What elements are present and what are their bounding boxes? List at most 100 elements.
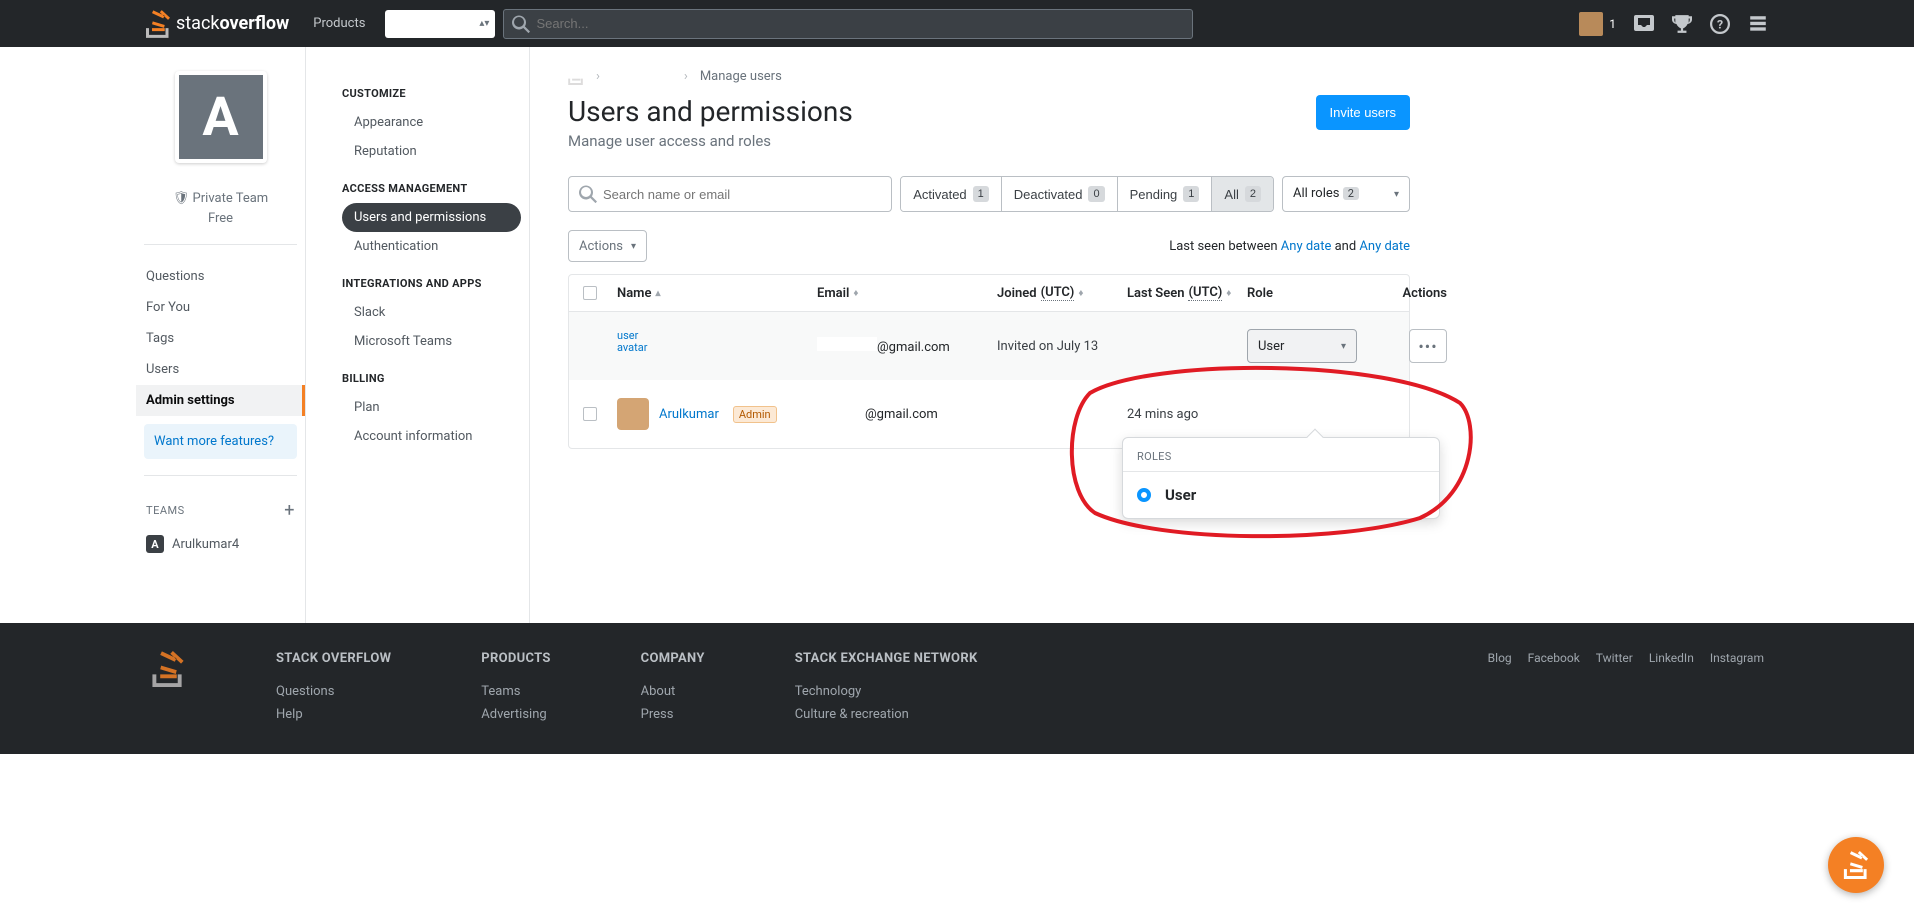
last-seen-cell: 24 mins ago bbox=[1127, 407, 1247, 422]
chevron-right-icon: › bbox=[596, 69, 600, 84]
settings-authentication[interactable]: Authentication bbox=[342, 232, 521, 261]
add-team-button[interactable]: + bbox=[284, 500, 295, 521]
last-seen-filter: Last seen between Any date and Any date bbox=[1169, 239, 1410, 254]
nav-admin-settings[interactable]: Admin settings bbox=[136, 385, 305, 416]
chevron-right-icon: › bbox=[684, 69, 688, 84]
footer-link[interactable]: Advertising bbox=[481, 703, 550, 726]
section-customize: CUSTOMIZE bbox=[342, 87, 521, 100]
footer-link[interactable]: Teams bbox=[481, 680, 550, 703]
crumb-manage-users[interactable]: Manage users bbox=[700, 69, 782, 84]
team-label: 🛡 Private Team Free bbox=[136, 189, 305, 228]
settings-users-permissions[interactable]: Users and permissions bbox=[342, 203, 521, 232]
help-icon[interactable]: ? bbox=[1710, 14, 1730, 34]
footer-social: Blog Facebook Twitter LinkedIn Instagram bbox=[1488, 651, 1764, 726]
row-checkbox[interactable] bbox=[583, 407, 597, 421]
select-all-checkbox[interactable] bbox=[583, 286, 597, 300]
team-selector[interactable]: ▴▾ bbox=[385, 10, 495, 38]
role-select[interactable]: User ▾ bbox=[1247, 329, 1357, 363]
nav-users[interactable]: Users bbox=[136, 354, 305, 385]
footer-link[interactable]: About bbox=[641, 680, 705, 703]
avatar-placeholder: user avatar bbox=[617, 330, 649, 362]
nav-questions[interactable]: Questions bbox=[136, 261, 305, 292]
admin-badge: Admin bbox=[733, 406, 777, 423]
settings-plan[interactable]: Plan bbox=[342, 393, 521, 422]
role-filter-dropdown[interactable]: All roles 2 ▾ bbox=[1282, 176, 1410, 212]
trophy-icon[interactable] bbox=[1672, 14, 1692, 34]
invite-users-button[interactable]: Invite users bbox=[1316, 95, 1410, 130]
footer-col-so: STACK OVERFLOW Questions Help bbox=[276, 651, 391, 726]
table-row: user avatar @gmail.com Invited on July 1… bbox=[569, 312, 1409, 380]
search-icon bbox=[579, 185, 597, 203]
section-access: ACCESS MANAGEMENT bbox=[342, 182, 521, 195]
caret-down-icon: ▾ bbox=[1394, 189, 1399, 200]
settings-slack[interactable]: Slack bbox=[342, 298, 521, 327]
profile-link[interactable]: 1 bbox=[1579, 12, 1616, 36]
reputation: 1 bbox=[1609, 17, 1616, 31]
footer-link[interactable]: Press bbox=[641, 703, 705, 726]
settings-reputation[interactable]: Reputation bbox=[342, 137, 521, 166]
filter-pending[interactable]: Pending1 bbox=[1118, 177, 1213, 211]
section-billing: BILLING bbox=[342, 372, 521, 385]
avatar bbox=[617, 398, 649, 430]
products-link[interactable]: Products bbox=[313, 16, 365, 31]
roles-popover: ROLES User bbox=[1122, 437, 1440, 519]
settings-account-info[interactable]: Account information bbox=[342, 422, 521, 451]
sort-asc-icon: ▴ bbox=[655, 288, 660, 299]
settings-sidebar: CUSTOMIZE Appearance Reputation ACCESS M… bbox=[306, 47, 530, 623]
footer-link[interactable]: Questions bbox=[276, 680, 391, 703]
avatar bbox=[1579, 12, 1603, 36]
footer-link[interactable]: Technology bbox=[795, 680, 978, 703]
topbar-search[interactable] bbox=[503, 9, 1193, 39]
want-more-features[interactable]: Want more features? bbox=[144, 424, 297, 459]
inbox-icon[interactable] bbox=[1634, 14, 1654, 34]
footer-link[interactable]: Culture & recreation bbox=[795, 703, 978, 726]
user-search-input[interactable] bbox=[603, 187, 881, 202]
filter-bar: Activated1 Deactivated0 Pending1 All2 Al… bbox=[568, 176, 1410, 212]
settings-appearance[interactable]: Appearance bbox=[342, 108, 521, 137]
footer-col-company: COMPANY About Press bbox=[641, 651, 705, 726]
any-date-to[interactable]: Any date bbox=[1359, 239, 1410, 254]
so-logo-icon bbox=[146, 10, 170, 38]
footer-link[interactable]: Help bbox=[276, 703, 391, 726]
filter-deactivated[interactable]: Deactivated0 bbox=[1002, 177, 1118, 211]
caret-down-icon: ▾ bbox=[631, 241, 636, 252]
user-name-link[interactable]: Arulkumar bbox=[659, 407, 719, 422]
nav-for-you[interactable]: For You bbox=[136, 292, 305, 323]
filter-all[interactable]: All2 bbox=[1212, 177, 1273, 211]
col-name[interactable]: Name▴ bbox=[617, 286, 817, 301]
footer-social-link[interactable]: LinkedIn bbox=[1649, 651, 1694, 726]
so-mini-icon[interactable] bbox=[568, 67, 584, 85]
filter-activated[interactable]: Activated1 bbox=[901, 177, 1002, 211]
main-shell: A 🛡 Private Team Free Questions For You … bbox=[0, 47, 1914, 623]
bulk-actions-dropdown[interactable]: Actions ▾ bbox=[568, 230, 647, 262]
team-square-icon: A bbox=[146, 535, 164, 553]
teams-header: TEAMS + bbox=[136, 492, 305, 529]
team-avatar[interactable]: A bbox=[175, 71, 267, 163]
section-integrations: INTEGRATIONS AND APPS bbox=[342, 277, 521, 290]
search-icon bbox=[512, 15, 530, 33]
role-option-user[interactable]: User bbox=[1123, 472, 1439, 518]
settings-ms-teams[interactable]: Microsoft Teams bbox=[342, 327, 521, 356]
updown-icon: ▴▾ bbox=[479, 18, 489, 29]
footer-social-link[interactable]: Blog bbox=[1488, 651, 1512, 726]
row-actions-button[interactable]: ••• bbox=[1409, 329, 1447, 363]
footer-col-sen: STACK EXCHANGE NETWORK Technology Cultur… bbox=[795, 651, 978, 726]
nav-tags[interactable]: Tags bbox=[136, 323, 305, 354]
any-date-from[interactable]: Any date bbox=[1281, 239, 1332, 254]
search-input[interactable] bbox=[536, 16, 1184, 31]
stackexchange-icon[interactable] bbox=[1748, 14, 1768, 34]
float-help-button[interactable] bbox=[1828, 837, 1884, 893]
footer: STACK OVERFLOW Questions Help PRODUCTS T… bbox=[0, 623, 1914, 754]
so-footer-logo-icon[interactable] bbox=[150, 651, 186, 687]
footer-social-link[interactable]: Twitter bbox=[1596, 651, 1633, 726]
col-joined[interactable]: Joined (UTC) ♦ bbox=[997, 285, 1127, 301]
so-logo[interactable]: stackoverflow bbox=[146, 10, 289, 38]
footer-social-link[interactable]: Instagram bbox=[1710, 651, 1764, 726]
user-search[interactable] bbox=[568, 176, 892, 212]
sort-icon: ♦ bbox=[853, 288, 858, 299]
topbar-right: 1 ? bbox=[1579, 12, 1898, 36]
col-email[interactable]: Email♦ bbox=[817, 286, 997, 301]
team-entry[interactable]: A Arulkumar4 bbox=[136, 529, 305, 559]
col-last-seen[interactable]: Last Seen (UTC) ♦ bbox=[1127, 285, 1247, 301]
footer-social-link[interactable]: Facebook bbox=[1528, 651, 1580, 726]
